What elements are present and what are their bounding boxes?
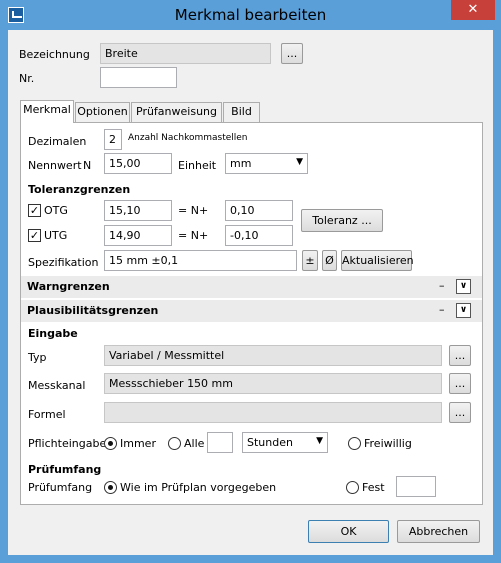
messkanal-browse-button[interactable]: ... bbox=[449, 373, 471, 394]
spezifikation-field[interactable]: 15 mm ±0,1 bbox=[104, 250, 297, 271]
otg-operator: = N+ bbox=[178, 204, 209, 217]
eingabe-heading: Eingabe bbox=[28, 327, 78, 340]
spezifikation-label: Spezifikation bbox=[28, 256, 99, 269]
plusminus-button[interactable]: ± bbox=[302, 250, 318, 271]
utg-offset-field[interactable]: -0,10 bbox=[225, 225, 293, 246]
warngrenzen-heading: Warngrenzen bbox=[27, 280, 110, 293]
tab-pruefanweisung[interactable]: Prüfanweisung bbox=[131, 102, 222, 122]
dialog-window: Merkmal bearbeiten ✕ Bezeichnung Breite … bbox=[0, 0, 501, 563]
nennwert-label: Nennwert bbox=[28, 159, 82, 172]
otg-offset-field[interactable]: 0,10 bbox=[225, 200, 293, 221]
nennwert-symbol: N bbox=[83, 159, 92, 172]
nr-field[interactable] bbox=[100, 67, 177, 88]
pflichteingabe-label: Pflichteingabe bbox=[28, 437, 107, 450]
alle-label: Alle bbox=[184, 437, 205, 450]
einheit-label: Einheit bbox=[178, 159, 217, 172]
warngrenzen-dash: – bbox=[439, 279, 445, 292]
pruefumfang-heading: Prüfumfang bbox=[28, 463, 102, 476]
typ-field[interactable]: Variabel / Messmittel bbox=[104, 345, 442, 366]
interval-dropdown[interactable]: Stunden ▼ bbox=[242, 432, 328, 453]
tab-panel-merkmal: Dezimalen 2 Anzahl Nachkommastellen Nenn… bbox=[20, 122, 483, 505]
cancel-button[interactable]: Abbrechen bbox=[397, 520, 480, 543]
diameter-button[interactable]: Ø bbox=[322, 250, 337, 271]
nennwert-field[interactable]: 15,00 bbox=[104, 153, 172, 174]
einheit-value: mm bbox=[230, 157, 252, 170]
bezeichnung-field[interactable]: Breite bbox=[100, 43, 271, 64]
immer-label: Immer bbox=[120, 437, 156, 450]
otg-checkbox[interactable]: ✓ bbox=[28, 204, 41, 217]
tab-merkmal[interactable]: Merkmal bbox=[20, 100, 74, 123]
dezimalen-field[interactable]: 2 bbox=[104, 129, 122, 150]
tab-bild[interactable]: Bild bbox=[223, 102, 260, 122]
utg-field[interactable]: 14,90 bbox=[104, 225, 172, 246]
freiwillig-radio[interactable] bbox=[348, 437, 361, 450]
messkanal-label: Messkanal bbox=[28, 379, 86, 392]
aktualisieren-button[interactable]: Aktualisieren bbox=[341, 250, 414, 271]
title-bar: Merkmal bearbeiten ✕ bbox=[0, 0, 501, 30]
einheit-dropdown[interactable]: mm ▼ bbox=[225, 153, 308, 174]
dezimalen-hint: Anzahl Nachkommastellen bbox=[128, 133, 248, 143]
dialog-content: Bezeichnung Breite ... Nr. Merkmal Optio… bbox=[8, 30, 493, 555]
chevron-down-icon: ▼ bbox=[296, 157, 303, 167]
alle-radio[interactable] bbox=[168, 437, 181, 450]
plausibilitaet-heading: Plausibilitätsgrenzen bbox=[27, 304, 159, 317]
pruefumfang-plan-label: Wie im Prüfplan vorgegeben bbox=[120, 481, 277, 494]
freiwillig-label: Freiwillig bbox=[364, 437, 412, 450]
tab-optionen[interactable]: Optionen bbox=[75, 102, 130, 122]
utg-checkbox[interactable]: ✓ bbox=[28, 229, 41, 242]
warngrenzen-chevron-icon[interactable]: ∨ bbox=[456, 279, 471, 294]
dezimalen-label: Dezimalen bbox=[28, 135, 87, 148]
formel-field[interactable] bbox=[104, 402, 442, 423]
pruefumfang-label: Prüfumfang bbox=[28, 481, 93, 494]
utg-operator: = N+ bbox=[178, 229, 209, 242]
plausibilitaet-chevron-icon[interactable]: ∨ bbox=[456, 303, 471, 318]
bezeichnung-browse-button[interactable]: ... bbox=[281, 43, 303, 64]
otg-label: OTG bbox=[44, 204, 68, 217]
plausibilitaet-dash: – bbox=[439, 303, 445, 316]
otg-field[interactable]: 15,10 bbox=[104, 200, 172, 221]
warngrenzen-section[interactable]: Warngrenzen – ∨ bbox=[21, 276, 482, 298]
toleranz-button[interactable]: Toleranz ... bbox=[301, 209, 383, 232]
pruefumfang-fest-label: Fest bbox=[362, 481, 385, 494]
messkanal-field[interactable]: Messschieber 150 mm bbox=[104, 373, 442, 394]
plausibilitaet-section[interactable]: Plausibilitätsgrenzen – ∨ bbox=[21, 300, 482, 322]
nr-label: Nr. bbox=[19, 72, 35, 85]
close-button[interactable]: ✕ bbox=[451, 0, 495, 20]
toleranz-heading: Toleranzgrenzen bbox=[28, 183, 131, 196]
bezeichnung-label: Bezeichnung bbox=[19, 48, 90, 61]
fest-field[interactable] bbox=[396, 476, 436, 497]
ok-button[interactable]: OK bbox=[308, 520, 389, 543]
pruefumfang-plan-radio[interactable] bbox=[104, 481, 117, 494]
formel-browse-button[interactable]: ... bbox=[449, 402, 471, 423]
typ-browse-button[interactable]: ... bbox=[449, 345, 471, 366]
immer-radio[interactable] bbox=[104, 437, 117, 450]
formel-label: Formel bbox=[28, 408, 66, 421]
alle-field[interactable] bbox=[207, 432, 233, 453]
typ-label: Typ bbox=[28, 351, 47, 364]
chevron-down-icon: ▼ bbox=[316, 436, 323, 446]
window-title: Merkmal bearbeiten bbox=[174, 6, 327, 24]
pruefumfang-fest-radio[interactable] bbox=[346, 481, 359, 494]
utg-label: UTG bbox=[44, 229, 68, 242]
interval-value: Stunden bbox=[247, 436, 293, 449]
